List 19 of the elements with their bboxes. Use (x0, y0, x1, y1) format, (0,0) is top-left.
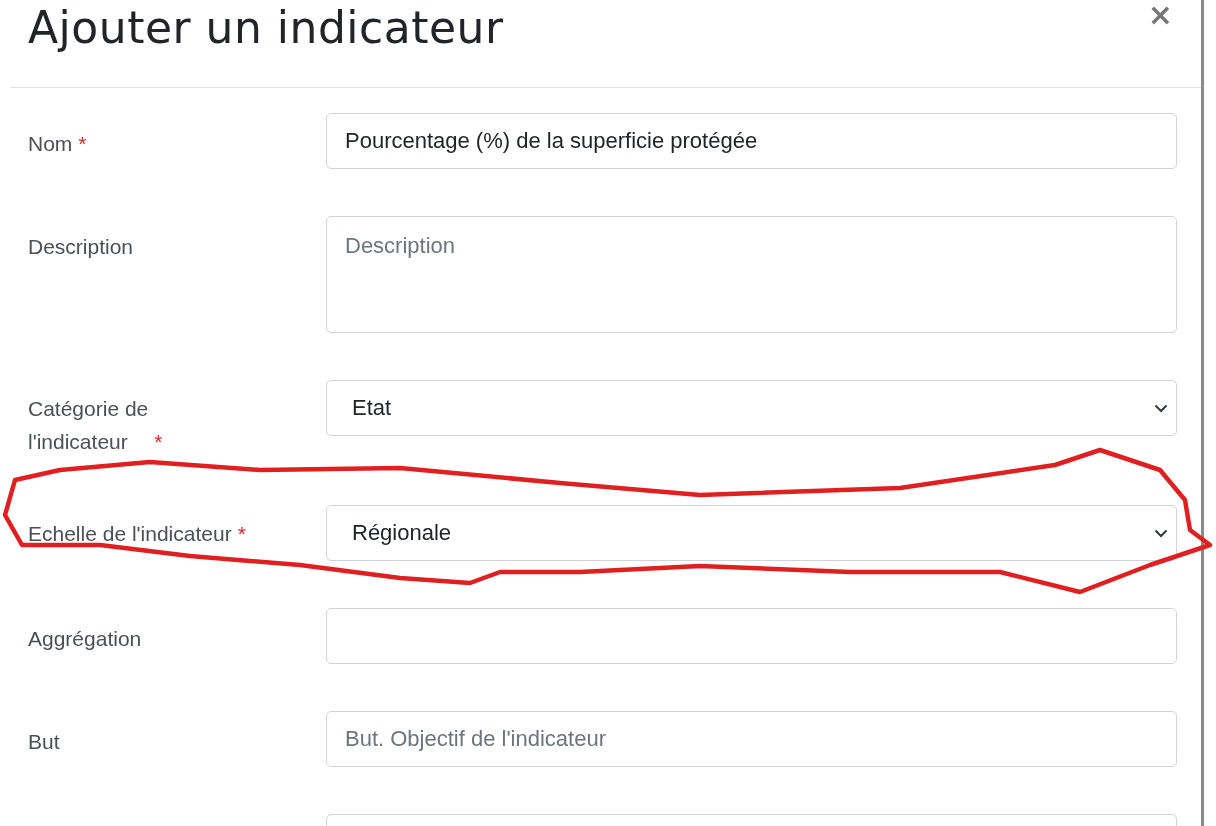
field-label: But (28, 729, 60, 755)
field-label: Echelle de l'indicateur (28, 521, 232, 547)
input-field[interactable]: But. Objectif de l'indicateur (326, 711, 1177, 767)
input-field[interactable] (326, 608, 1177, 664)
field-label: Nom (28, 131, 73, 157)
required-mark: * (154, 430, 163, 453)
chevron-down-icon (1154, 403, 1168, 413)
chevron-down-icon (1154, 528, 1168, 538)
select-field[interactable]: Régionale (326, 505, 1177, 561)
field-label: Description (28, 234, 134, 260)
required-mark: * (78, 132, 87, 155)
close-button[interactable]: × (1143, 0, 1177, 30)
description-field[interactable]: Description (326, 216, 1177, 333)
input-field[interactable]: Pourcentage (%) de la superficie protégée (326, 113, 1177, 169)
field-label: Catégorie de l'indicateur (28, 396, 149, 455)
required-mark: * (237, 522, 246, 545)
dialog-title: Ajouter un indicateur (28, 2, 504, 53)
select-field[interactable]: Etat (326, 380, 1177, 436)
field-label: Aggrégation (28, 626, 142, 652)
